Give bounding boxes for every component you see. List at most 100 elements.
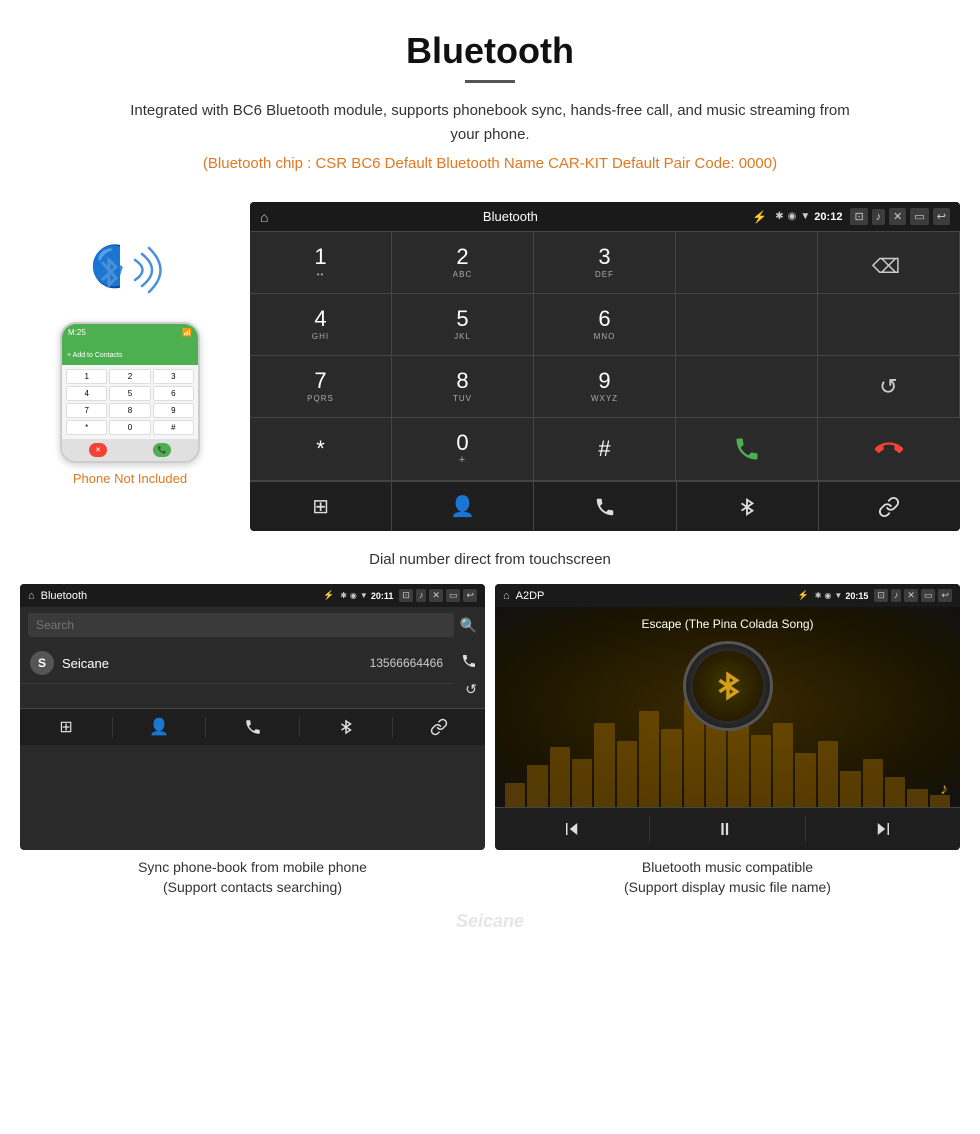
call-icon <box>733 435 761 463</box>
music-win-icon[interactable]: ▭ <box>921 589 936 602</box>
link-btn[interactable] <box>819 482 960 531</box>
phone-signal: 📶 <box>182 328 192 337</box>
home-icon[interactable]: ⌂ <box>260 209 268 225</box>
dialer-key-9[interactable]: 9 WXYZ <box>534 356 676 418</box>
key-main-0: 0 <box>456 432 468 454</box>
key-main-star: * <box>316 438 325 460</box>
search-input[interactable] <box>28 613 454 637</box>
bt-btn[interactable] <box>677 482 819 531</box>
dialer-key-6[interactable]: 6 MNO <box>534 294 676 356</box>
pb-cam-icon[interactable]: ⊡ <box>399 589 413 602</box>
music-x-icon[interactable]: ✕ <box>904 589 918 602</box>
phonebook-caption: Sync phone-book from mobile phone (Suppo… <box>20 850 485 901</box>
watermark: Seicane <box>456 911 524 931</box>
prev-btn[interactable] <box>495 816 650 842</box>
music-cam-icon[interactable]: ⊡ <box>874 589 888 602</box>
music-top-bar: ⌂ A2DP ⚡ ✱ ◉ ▼ 20:15 ⊡ ♪ ✕ ▭ ↩ <box>495 584 960 607</box>
bt-specs: (Bluetooth chip : CSR BC6 Default Blueto… <box>20 155 960 172</box>
volume-icon[interactable]: ♪ <box>872 209 886 225</box>
music-vol-icon[interactable]: ♪ <box>891 589 902 602</box>
pb-link-btn[interactable] <box>393 717 485 737</box>
key-sub-7: PQRS <box>307 394 334 403</box>
phone-add-contact-label: + Add to Contacts <box>67 352 122 359</box>
pb-x-icon[interactable]: ✕ <box>429 589 443 602</box>
pb-call-icon[interactable] <box>461 653 477 669</box>
dialer-key-star[interactable]: * <box>250 418 392 481</box>
phonebook-container: ⌂ Bluetooth ⚡ ✱ ◉ ▼ 20:11 ⊡ ♪ ✕ ▭ ↩ <box>20 584 485 901</box>
music-loc-icon: ◉ <box>824 591 831 601</box>
phone-not-included-label: Phone Not Included <box>73 471 187 486</box>
music-home-icon[interactable]: ⌂ <box>503 590 510 602</box>
music-caption-line2: (Support display music file name) <box>624 879 831 895</box>
dialer-key-3[interactable]: 3 DEF <box>534 232 676 294</box>
dialer-bottom-bar: ⊞ 👤 <box>250 481 960 531</box>
dialer-key-1[interactable]: 1 •• <box>250 232 392 294</box>
back-icon[interactable]: ↩ <box>933 208 950 225</box>
contact-avatar: S <box>30 651 54 675</box>
pb-home-icon[interactable]: ⌂ <box>28 590 35 602</box>
key-main-5: 5 <box>456 308 468 330</box>
close-icon[interactable]: ✕ <box>889 208 906 225</box>
pb-contacts-icon: 👤 <box>149 717 169 737</box>
music-caption-line1: Bluetooth music compatible <box>642 859 813 875</box>
phone-screen: 1 2 3 4 5 6 7 8 9 * 0 # <box>62 365 198 439</box>
dialer-key-8[interactable]: 8 TUV <box>392 356 534 418</box>
phone-call-btn: 📞 <box>153 443 171 457</box>
music-usb-icon: ⚡ <box>797 590 808 601</box>
dialer-key-2[interactable]: 2 ABC <box>392 232 534 294</box>
delete-icon: ⌫ <box>872 254 900 279</box>
pb-vol-icon[interactable]: ♪ <box>416 589 427 602</box>
music-caption: Bluetooth music compatible (Support disp… <box>495 850 960 901</box>
pb-call-log-icon <box>244 718 262 736</box>
page-title: Bluetooth <box>20 30 960 72</box>
music-bt-logo-icon <box>711 669 745 703</box>
pb-contacts-btn[interactable]: 👤 <box>113 717 206 737</box>
pb-refresh-icon[interactable]: ↺ <box>465 681 477 698</box>
dialer-empty-3a <box>676 356 818 418</box>
call-log-btn[interactable] <box>534 482 676 531</box>
dialer-key-0[interactable]: 0 + <box>392 418 534 481</box>
phone-key-1: 1 <box>66 369 107 384</box>
page-description: Integrated with BC6 Bluetooth module, su… <box>115 99 865 147</box>
phone-key-3: 3 <box>153 369 194 384</box>
dialer-key-5[interactable]: 5 JKL <box>392 294 534 356</box>
dialer-key-4[interactable]: 4 GHI <box>250 294 392 356</box>
key-sub-3: DEF <box>595 270 614 279</box>
dialer-delete-btn[interactable]: ⌫ <box>818 232 960 294</box>
window-icon[interactable]: ▭ <box>910 208 928 225</box>
pb-dialpad-btn[interactable]: ⊞ <box>20 717 113 737</box>
music-note-icon: ♪ <box>940 781 948 799</box>
pb-win-icon[interactable]: ▭ <box>446 589 461 602</box>
key-main-8: 8 <box>456 370 468 392</box>
key-main-hash: # <box>598 438 610 460</box>
right-icons: ⊡ ♪ ✕ ▭ ↩ <box>850 208 950 225</box>
pb-bt-btn[interactable] <box>300 717 393 737</box>
phone-key-4: 4 <box>66 386 107 401</box>
bt-logo-icon <box>95 252 123 294</box>
dialer-call-btn[interactable] <box>676 418 818 481</box>
play-pause-btn[interactable] <box>650 816 805 842</box>
next-icon <box>874 820 892 838</box>
dialer-redial-btn[interactable]: ↺ <box>818 356 960 418</box>
next-btn[interactable] <box>806 816 960 842</box>
contacts-view-btn[interactable]: 👤 <box>392 482 534 531</box>
dialer-end-btn[interactable] <box>818 418 960 481</box>
pb-call-log-btn[interactable] <box>206 717 299 737</box>
music-back-icon[interactable]: ↩ <box>938 589 952 602</box>
dialer-key-hash[interactable]: # <box>534 418 676 481</box>
dialer-key-7[interactable]: 7 PQRS <box>250 356 392 418</box>
camera-icon[interactable]: ⊡ <box>850 208 867 225</box>
pb-back-icon[interactable]: ↩ <box>463 589 477 602</box>
key-main-9: 9 <box>598 370 610 392</box>
search-icon[interactable]: 🔍 <box>460 617 477 634</box>
bt-icon: ⬠ 🔵 <box>95 252 123 290</box>
key-main-6: 6 <box>598 308 610 330</box>
key-main-7: 7 <box>314 370 326 392</box>
contact-name: Seicane <box>62 656 362 671</box>
end-call-icon <box>875 435 903 463</box>
music-bottom-bar <box>495 807 960 850</box>
contact-row[interactable]: S Seicane 13566664466 <box>20 643 453 684</box>
dialpad-view-btn[interactable]: ⊞ <box>250 482 392 531</box>
wave-lines <box>130 242 170 302</box>
title-divider <box>465 80 515 83</box>
